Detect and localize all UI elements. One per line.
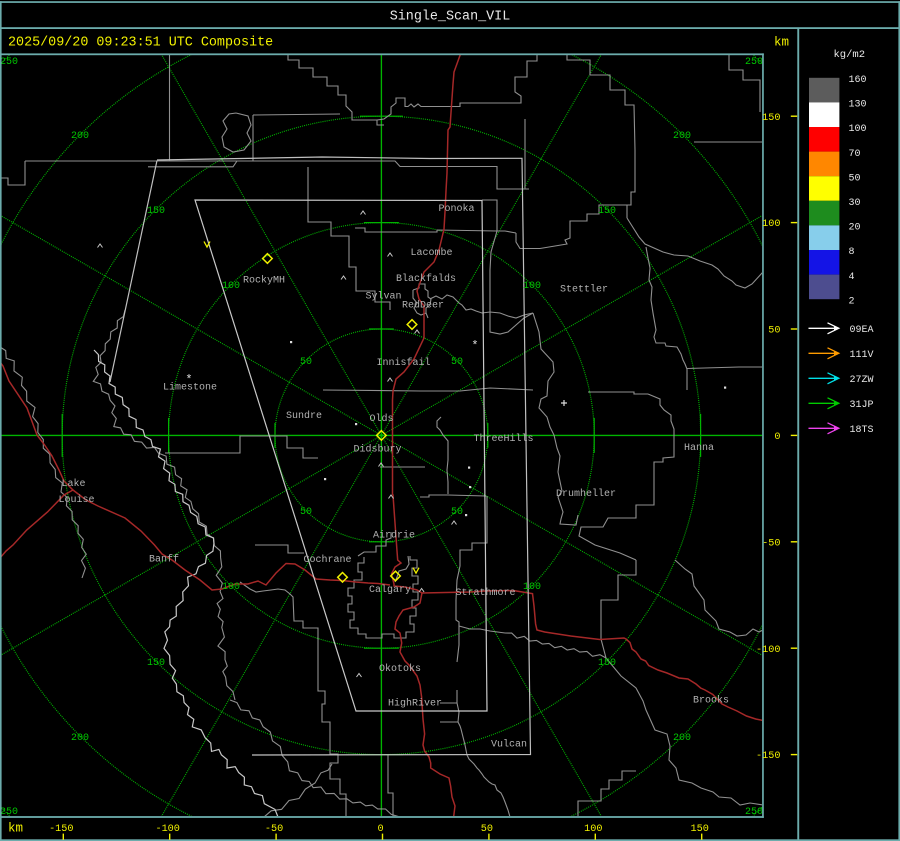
svg-text:RockyMH: RockyMH <box>243 275 285 287</box>
svg-text:31JP: 31JP <box>850 400 874 411</box>
svg-text:160: 160 <box>849 75 867 86</box>
svg-text:Okotoks: Okotoks <box>379 663 421 675</box>
svg-text:200: 200 <box>71 733 89 744</box>
svg-text:150: 150 <box>762 113 780 124</box>
svg-text:100: 100 <box>222 281 240 292</box>
svg-text:Cochrane: Cochrane <box>303 554 351 566</box>
svg-text:0: 0 <box>377 824 383 835</box>
svg-text:30: 30 <box>849 198 861 209</box>
svg-text:Innisfail: Innisfail <box>376 357 430 369</box>
svg-text:*: * <box>185 373 192 387</box>
svg-text:km: km <box>774 36 789 50</box>
svg-text:8: 8 <box>849 247 855 258</box>
svg-text:100: 100 <box>523 281 541 292</box>
svg-text:150: 150 <box>598 658 616 669</box>
svg-text:250: 250 <box>0 57 18 68</box>
svg-text:Vulcan: Vulcan <box>491 739 527 751</box>
svg-text:-100: -100 <box>756 645 780 656</box>
svg-text:200: 200 <box>673 131 691 142</box>
svg-text:50: 50 <box>849 173 861 184</box>
svg-text:100: 100 <box>849 124 867 135</box>
svg-text:150: 150 <box>147 206 165 217</box>
svg-text:111V: 111V <box>850 350 874 361</box>
svg-text:50: 50 <box>768 326 780 337</box>
svg-text:2025/09/20 09:23:51 UTC Compos: 2025/09/20 09:23:51 UTC Composite <box>8 36 273 51</box>
svg-text:Brooks: Brooks <box>693 695 729 707</box>
svg-text:Drumheller: Drumheller <box>556 488 616 500</box>
svg-text:RedDeer: RedDeer <box>402 300 444 312</box>
svg-text:Sylvan: Sylvan <box>365 291 401 303</box>
svg-text:Sundre: Sundre <box>286 410 322 422</box>
svg-text:Ponoka: Ponoka <box>438 203 474 215</box>
svg-text:50: 50 <box>451 357 463 368</box>
svg-text:Louise: Louise <box>58 494 94 506</box>
svg-text:Lacombe: Lacombe <box>410 247 452 259</box>
svg-text:Airdrie: Airdrie <box>373 530 415 542</box>
svg-text:2: 2 <box>849 296 855 307</box>
svg-text:50: 50 <box>300 357 312 368</box>
svg-text:-100: -100 <box>155 824 179 835</box>
svg-text:200: 200 <box>673 733 691 744</box>
svg-text:150: 150 <box>691 824 709 835</box>
svg-text:Hanna: Hanna <box>684 443 714 454</box>
svg-text:250: 250 <box>745 57 763 68</box>
svg-text:Didsbury: Didsbury <box>353 444 401 456</box>
svg-text:70: 70 <box>849 149 861 160</box>
svg-text:Lake: Lake <box>61 478 85 490</box>
svg-text:Strathmore: Strathmore <box>455 587 515 599</box>
svg-text:Stettler: Stettler <box>560 284 608 296</box>
svg-text:*: * <box>471 339 478 353</box>
svg-text:4: 4 <box>849 272 855 283</box>
svg-text:20: 20 <box>849 223 861 234</box>
svg-text:50: 50 <box>481 824 493 835</box>
svg-text:-50: -50 <box>265 824 283 835</box>
svg-text:-50: -50 <box>762 538 780 549</box>
svg-text:ThreeHills: ThreeHills <box>473 433 533 445</box>
svg-text:50: 50 <box>300 507 312 518</box>
svg-text:100: 100 <box>222 582 240 593</box>
svg-text:Blackfalds: Blackfalds <box>396 273 456 285</box>
svg-text:0: 0 <box>774 432 780 443</box>
svg-text:HighRiver: HighRiver <box>388 698 442 710</box>
svg-text:130: 130 <box>849 100 867 111</box>
svg-text:150: 150 <box>598 206 616 217</box>
svg-text:-150: -150 <box>756 751 780 762</box>
svg-text:km: km <box>8 822 23 836</box>
svg-text:27ZW: 27ZW <box>850 375 874 386</box>
svg-text:200: 200 <box>71 131 89 142</box>
svg-text:Olds: Olds <box>369 413 393 425</box>
svg-text:150: 150 <box>147 658 165 669</box>
svg-text:Calgary: Calgary <box>369 584 411 596</box>
svg-text:Banff: Banff <box>149 554 179 566</box>
svg-text:-150: -150 <box>49 824 73 835</box>
svg-text:18TS: 18TS <box>850 425 874 436</box>
svg-text:50: 50 <box>451 507 463 518</box>
svg-text:100: 100 <box>523 582 541 593</box>
svg-text:Single_Scan_VIL: Single_Scan_VIL <box>390 10 511 25</box>
svg-text:kg/m2: kg/m2 <box>834 49 866 61</box>
svg-text:100: 100 <box>584 824 602 835</box>
svg-text:100: 100 <box>762 219 780 230</box>
svg-text:09EA: 09EA <box>850 325 874 336</box>
